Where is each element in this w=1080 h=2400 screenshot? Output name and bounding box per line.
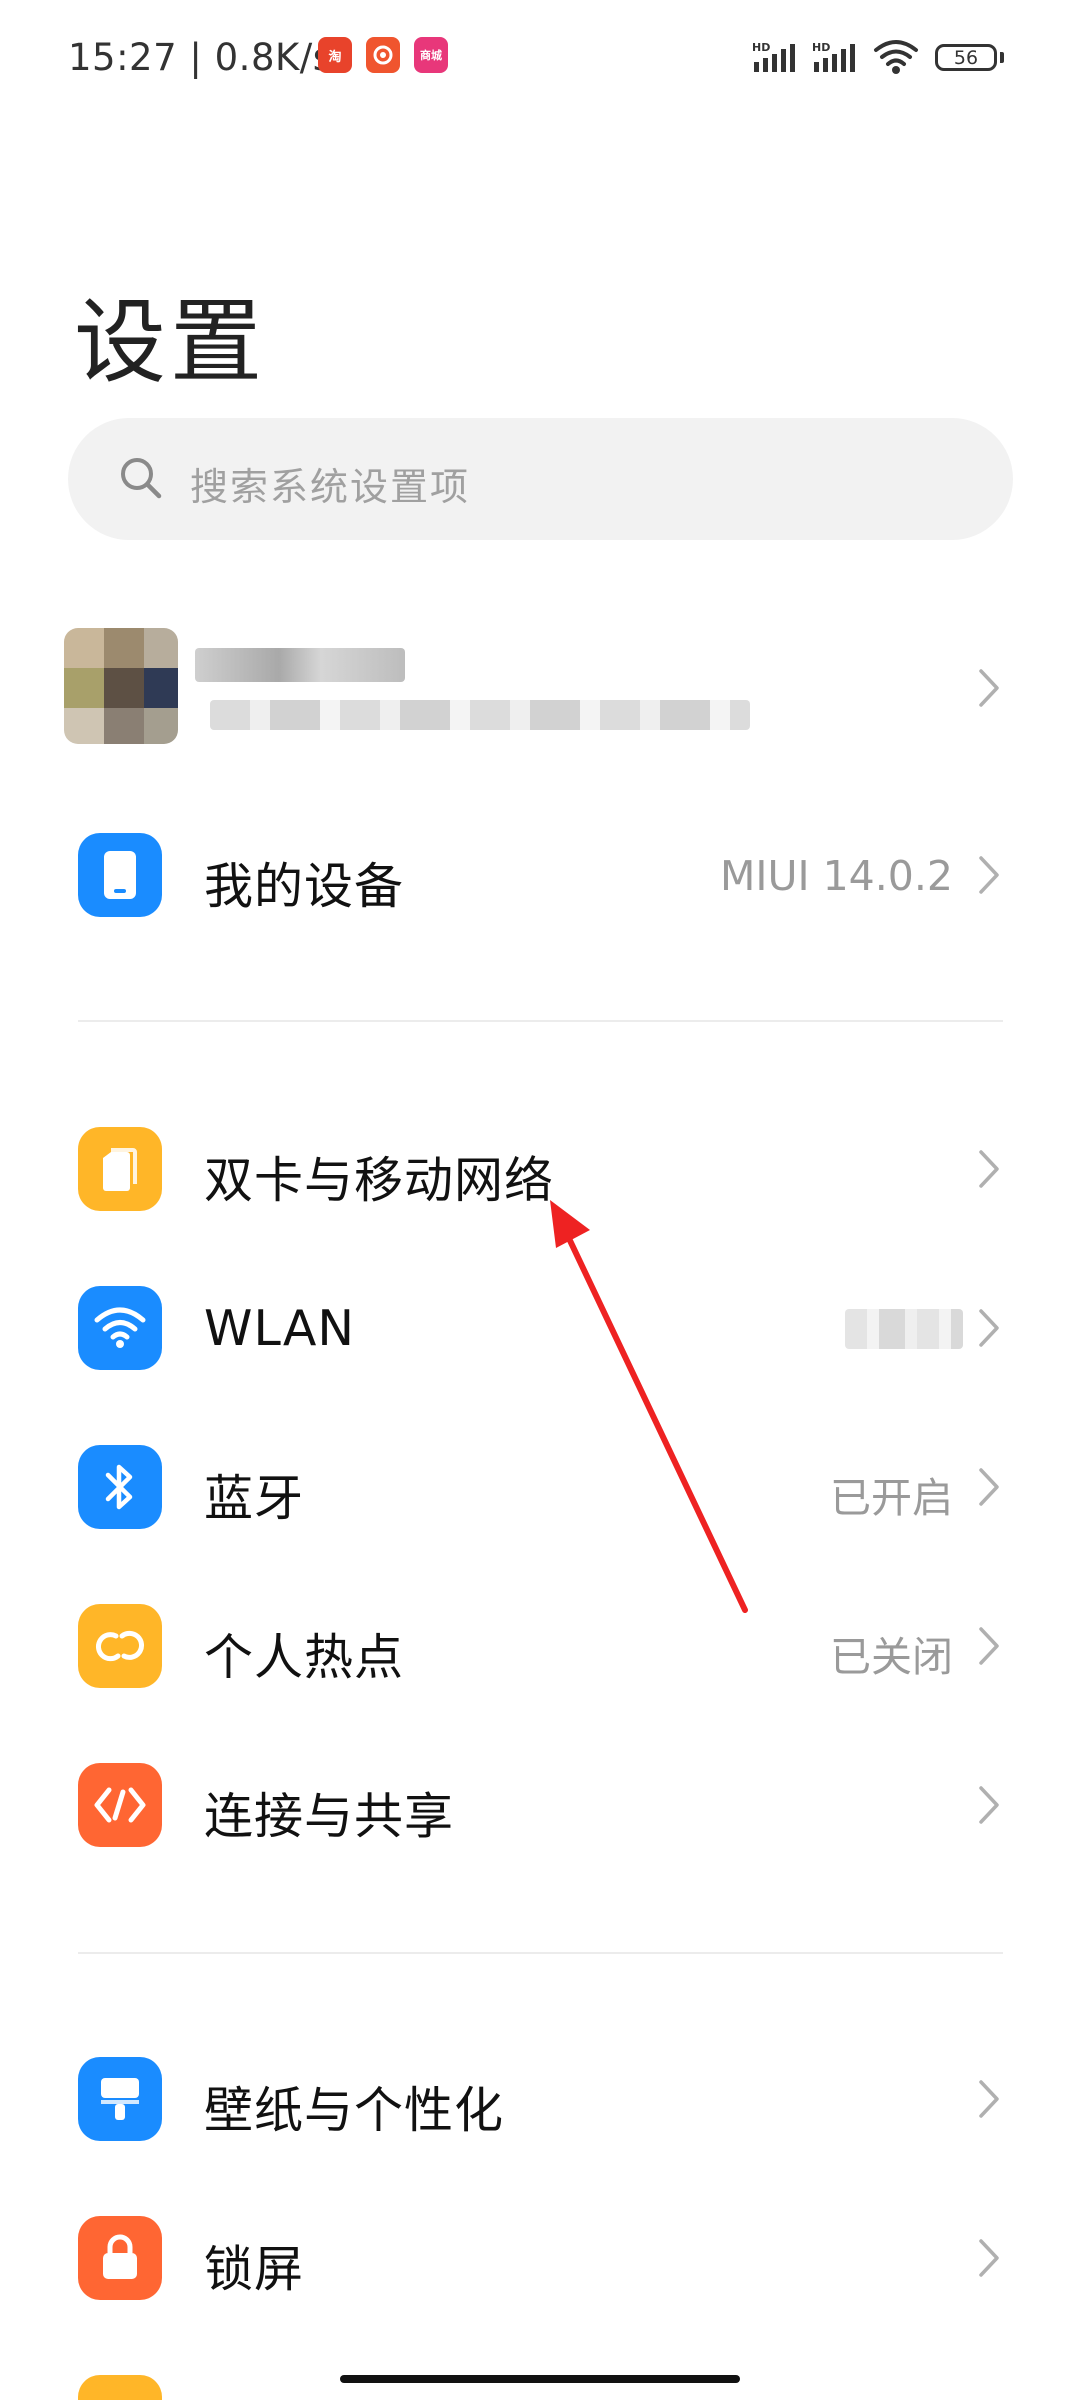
- chevron-right-icon: [978, 1467, 1000, 1511]
- taobao-app-icon: 淘: [318, 37, 352, 73]
- settings-item-display[interactable]: 显示: [0, 2342, 1080, 2400]
- search-placeholder: 搜索系统设置项: [190, 465, 471, 509]
- lock-icon: [78, 2216, 162, 2300]
- wallpaper-brush-icon: [78, 2057, 162, 2141]
- annotation-arrow: [550, 1200, 748, 1613]
- chevron-right-icon: [978, 2238, 1000, 2282]
- svg-text:HD: HD: [752, 41, 770, 54]
- bluetooth-icon: [78, 1445, 162, 1529]
- account-detail-blurred: [210, 700, 750, 730]
- bluetooth-status: 已开启: [830, 1474, 953, 1522]
- signal-1-icon: HD: [752, 40, 804, 80]
- sim-card-icon: [78, 1127, 162, 1211]
- hotspot-status: 已关闭: [830, 1633, 953, 1681]
- hotspot-icon: [78, 1604, 162, 1688]
- chevron-right-icon: [978, 1149, 1000, 1193]
- battery-icon: 56: [935, 44, 997, 71]
- chevron-right-icon: [978, 1308, 1000, 1352]
- connect-share-icon: [78, 1763, 162, 1847]
- divider: [78, 1020, 1003, 1022]
- phone-icon: [78, 833, 162, 917]
- chevron-right-icon: [978, 1785, 1000, 1829]
- account-chevron-icon: [978, 668, 1000, 712]
- svg-text:HD: HD: [812, 41, 830, 54]
- signal-2-icon: HD: [812, 40, 864, 80]
- avatar: [64, 628, 178, 744]
- battery-tip: [1000, 52, 1004, 63]
- status-time: 15:27 | 0.8K/s: [68, 36, 333, 79]
- settings-item-connect-share[interactable]: 连接与共享: [0, 1730, 1080, 1880]
- search-icon: [118, 455, 164, 505]
- chevron-right-icon: [978, 855, 1000, 899]
- wifi-icon: [78, 1286, 162, 1370]
- display-sun-icon: [78, 2375, 162, 2400]
- divider: [78, 1952, 1003, 1954]
- settings-item-lockscreen[interactable]: 锁屏: [0, 2183, 1080, 2333]
- home-indicator[interactable]: [340, 2375, 740, 2383]
- settings-item-wallpaper[interactable]: 壁纸与个性化: [0, 2024, 1080, 2174]
- mall-app-icon: 商城: [414, 37, 448, 73]
- chevron-right-icon: [978, 1626, 1000, 1670]
- wifi-status-icon: [872, 38, 920, 80]
- miui-version: MIUI 14.0.2: [719, 852, 953, 900]
- chevron-right-icon: [978, 2079, 1000, 2123]
- settings-item-my-device[interactable]: 我的设备 MIUI 14.0.2: [0, 800, 1080, 950]
- wifi-network-blurred: [845, 1309, 963, 1349]
- account-name-blurred: [195, 648, 405, 682]
- app-notification-icon: [366, 37, 400, 73]
- page-title: 设置: [74, 289, 267, 396]
